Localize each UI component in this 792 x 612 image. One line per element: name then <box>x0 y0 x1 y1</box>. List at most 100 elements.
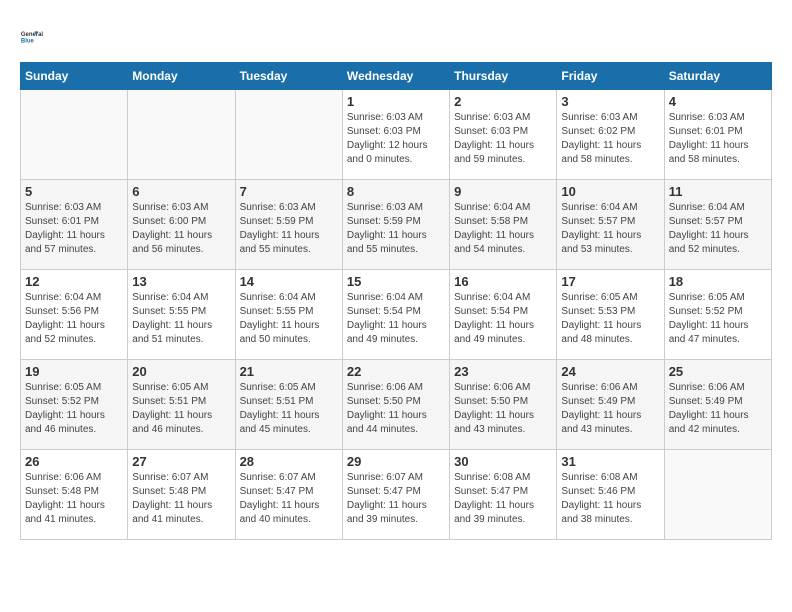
day-cell: 27Sunrise: 6:07 AM Sunset: 5:48 PM Dayli… <box>128 450 235 540</box>
day-cell: 1Sunrise: 6:03 AM Sunset: 6:03 PM Daylig… <box>342 90 449 180</box>
day-cell <box>664 450 771 540</box>
day-number: 12 <box>25 274 123 289</box>
day-number: 19 <box>25 364 123 379</box>
day-number: 30 <box>454 454 552 469</box>
week-row-4: 19 Sunrise: 6:05 AM Sunset: 5:52 PM Dayli… <box>21 360 772 450</box>
day-info: Sunrise: 6:08 AM Sunset: 5:47 PM Dayligh… <box>454 471 552 527</box>
day-info: Sunrise: 6:03 AM Sunset: 6:01 PM Dayligh… <box>669 111 767 167</box>
day-number: 21 <box>240 364 338 379</box>
day-info: Sunrise: 6:04 AM Sunset: 5:55 PM Dayligh… <box>240 291 338 347</box>
day-info: Sunrise: 6:05 AM Sunset: 5:53 PM Dayligh… <box>561 291 659 347</box>
day-info: Sunrise: 6:04 AM Sunset: 5:57 PM Dayligh… <box>669 201 767 257</box>
day-info: Sunrise: 6:08 AM Sunset: 5:46 PM Dayligh… <box>561 471 659 527</box>
day-cell: 16 Sunrise: 6:04 AM Sunset: 5:54 PM Dayli… <box>450 270 557 360</box>
header-row: SundayMondayTuesdayWednesdayThursdayFrid… <box>21 63 772 90</box>
day-info: Sunrise: 6:05 AM Sunset: 5:51 PM Dayligh… <box>132 381 230 437</box>
day-info: Sunrise: 6:03 AM Sunset: 5:59 PM Dayligh… <box>240 201 338 257</box>
day-cell: 29 Sunrise: 6:07 AM Sunset: 5:47 PM Dayli… <box>342 450 449 540</box>
day-cell: 15 Sunrise: 6:04 AM Sunset: 5:54 PM Dayli… <box>342 270 449 360</box>
day-number: 9 <box>454 184 552 199</box>
day-number: 4 <box>669 94 767 109</box>
day-info: Sunrise: 6:04 AM Sunset: 5:54 PM Dayligh… <box>347 291 445 347</box>
header-cell-saturday: Saturday <box>664 63 771 90</box>
day-info: Sunrise: 6:04 AM Sunset: 5:58 PM Dayligh… <box>454 201 552 257</box>
day-number: 15 <box>347 274 445 289</box>
svg-text:Blue: Blue <box>21 38 35 44</box>
day-info: Sunrise: 6:03 AM Sunset: 6:02 PM Dayligh… <box>561 111 659 167</box>
header-cell-thursday: Thursday <box>450 63 557 90</box>
day-info: Sunrise: 6:05 AM Sunset: 5:51 PM Dayligh… <box>240 381 338 437</box>
header-cell-sunday: Sunday <box>21 63 128 90</box>
day-cell: 14Sunrise: 6:04 AM Sunset: 5:55 PM Dayli… <box>235 270 342 360</box>
day-cell: 26 Sunrise: 6:06 AM Sunset: 5:48 PM Dayli… <box>21 450 128 540</box>
day-info: Sunrise: 6:07 AM Sunset: 5:47 PM Dayligh… <box>347 471 445 527</box>
day-number: 22 <box>347 364 445 379</box>
day-cell <box>21 90 128 180</box>
header-cell-wednesday: Wednesday <box>342 63 449 90</box>
day-info: Sunrise: 6:06 AM Sunset: 5:49 PM Dayligh… <box>561 381 659 437</box>
day-cell: 6 Sunrise: 6:03 AM Sunset: 6:00 PM Daylig… <box>128 180 235 270</box>
day-cell: 19 Sunrise: 6:05 AM Sunset: 5:52 PM Dayli… <box>21 360 128 450</box>
day-info: Sunrise: 6:06 AM Sunset: 5:48 PM Dayligh… <box>25 471 123 527</box>
day-number: 23 <box>454 364 552 379</box>
day-cell: 31 Sunrise: 6:08 AM Sunset: 5:46 PM Dayli… <box>557 450 664 540</box>
day-number: 7 <box>240 184 338 199</box>
week-row-5: 26 Sunrise: 6:06 AM Sunset: 5:48 PM Dayli… <box>21 450 772 540</box>
day-cell: 24 Sunrise: 6:06 AM Sunset: 5:49 PM Dayli… <box>557 360 664 450</box>
day-number: 10 <box>561 184 659 199</box>
day-cell: 5 Sunrise: 6:03 AM Sunset: 6:01 PM Daylig… <box>21 180 128 270</box>
day-number: 29 <box>347 454 445 469</box>
day-info: Sunrise: 6:03 AM Sunset: 6:01 PM Dayligh… <box>25 201 123 257</box>
day-number: 8 <box>347 184 445 199</box>
day-number: 6 <box>132 184 230 199</box>
day-cell: 23 Sunrise: 6:06 AM Sunset: 5:50 PM Dayli… <box>450 360 557 450</box>
week-row-2: 5 Sunrise: 6:03 AM Sunset: 6:01 PM Daylig… <box>21 180 772 270</box>
day-cell: 10Sunrise: 6:04 AM Sunset: 5:57 PM Dayli… <box>557 180 664 270</box>
week-row-3: 12Sunrise: 6:04 AM Sunset: 5:56 PM Dayli… <box>21 270 772 360</box>
logo: General Blue <box>20 20 52 52</box>
day-info: Sunrise: 6:03 AM Sunset: 5:59 PM Dayligh… <box>347 201 445 257</box>
day-info: Sunrise: 6:05 AM Sunset: 5:52 PM Dayligh… <box>669 291 767 347</box>
header-cell-friday: Friday <box>557 63 664 90</box>
day-number: 16 <box>454 274 552 289</box>
logo-icon: General Blue <box>20 20 52 52</box>
day-cell: 4 Sunrise: 6:03 AM Sunset: 6:01 PM Daylig… <box>664 90 771 180</box>
day-info: Sunrise: 6:04 AM Sunset: 5:54 PM Dayligh… <box>454 291 552 347</box>
day-info: Sunrise: 6:05 AM Sunset: 5:52 PM Dayligh… <box>25 381 123 437</box>
day-number: 31 <box>561 454 659 469</box>
day-info: Sunrise: 6:03 AM Sunset: 6:03 PM Dayligh… <box>454 111 552 167</box>
day-number: 1 <box>347 94 445 109</box>
day-cell: 7 Sunrise: 6:03 AM Sunset: 5:59 PM Daylig… <box>235 180 342 270</box>
day-cell: 17 Sunrise: 6:05 AM Sunset: 5:53 PM Dayli… <box>557 270 664 360</box>
day-cell: 20 Sunrise: 6:05 AM Sunset: 5:51 PM Dayli… <box>128 360 235 450</box>
day-cell: 21 Sunrise: 6:05 AM Sunset: 5:51 PM Dayli… <box>235 360 342 450</box>
day-number: 20 <box>132 364 230 379</box>
day-number: 25 <box>669 364 767 379</box>
day-number: 5 <box>25 184 123 199</box>
day-number: 17 <box>561 274 659 289</box>
day-number: 24 <box>561 364 659 379</box>
day-info: Sunrise: 6:06 AM Sunset: 5:50 PM Dayligh… <box>454 381 552 437</box>
day-number: 27 <box>132 454 230 469</box>
day-cell: 28 Sunrise: 6:07 AM Sunset: 5:47 PM Dayli… <box>235 450 342 540</box>
day-number: 26 <box>25 454 123 469</box>
day-cell: 8 Sunrise: 6:03 AM Sunset: 5:59 PM Daylig… <box>342 180 449 270</box>
day-number: 18 <box>669 274 767 289</box>
week-row-1: 1 Sunrise: 6:03 AM Sunset: 6:03 PM Daylig… <box>21 90 772 180</box>
day-cell: 9 Sunrise: 6:04 AM Sunset: 5:58 PM Daylig… <box>450 180 557 270</box>
calendar-table: SundayMondayTuesdayWednesdayThursdayFrid… <box>20 62 772 540</box>
day-info: Sunrise: 6:07 AM Sunset: 5:47 PM Dayligh… <box>240 471 338 527</box>
day-cell: 30 Sunrise: 6:08 AM Sunset: 5:47 PM Dayli… <box>450 450 557 540</box>
header: General Blue <box>20 20 772 52</box>
day-cell: 11Sunrise: 6:04 AM Sunset: 5:57 PM Dayli… <box>664 180 771 270</box>
day-cell: 25 Sunrise: 6:06 AM Sunset: 5:49 PM Dayli… <box>664 360 771 450</box>
day-info: Sunrise: 6:06 AM Sunset: 5:50 PM Dayligh… <box>347 381 445 437</box>
day-info: Sunrise: 6:03 AM Sunset: 6:00 PM Dayligh… <box>132 201 230 257</box>
header-cell-monday: Monday <box>128 63 235 90</box>
day-cell <box>128 90 235 180</box>
header-cell-tuesday: Tuesday <box>235 63 342 90</box>
day-number: 3 <box>561 94 659 109</box>
day-cell: 22 Sunrise: 6:06 AM Sunset: 5:50 PM Dayli… <box>342 360 449 450</box>
day-info: Sunrise: 6:06 AM Sunset: 5:49 PM Dayligh… <box>669 381 767 437</box>
day-number: 28 <box>240 454 338 469</box>
